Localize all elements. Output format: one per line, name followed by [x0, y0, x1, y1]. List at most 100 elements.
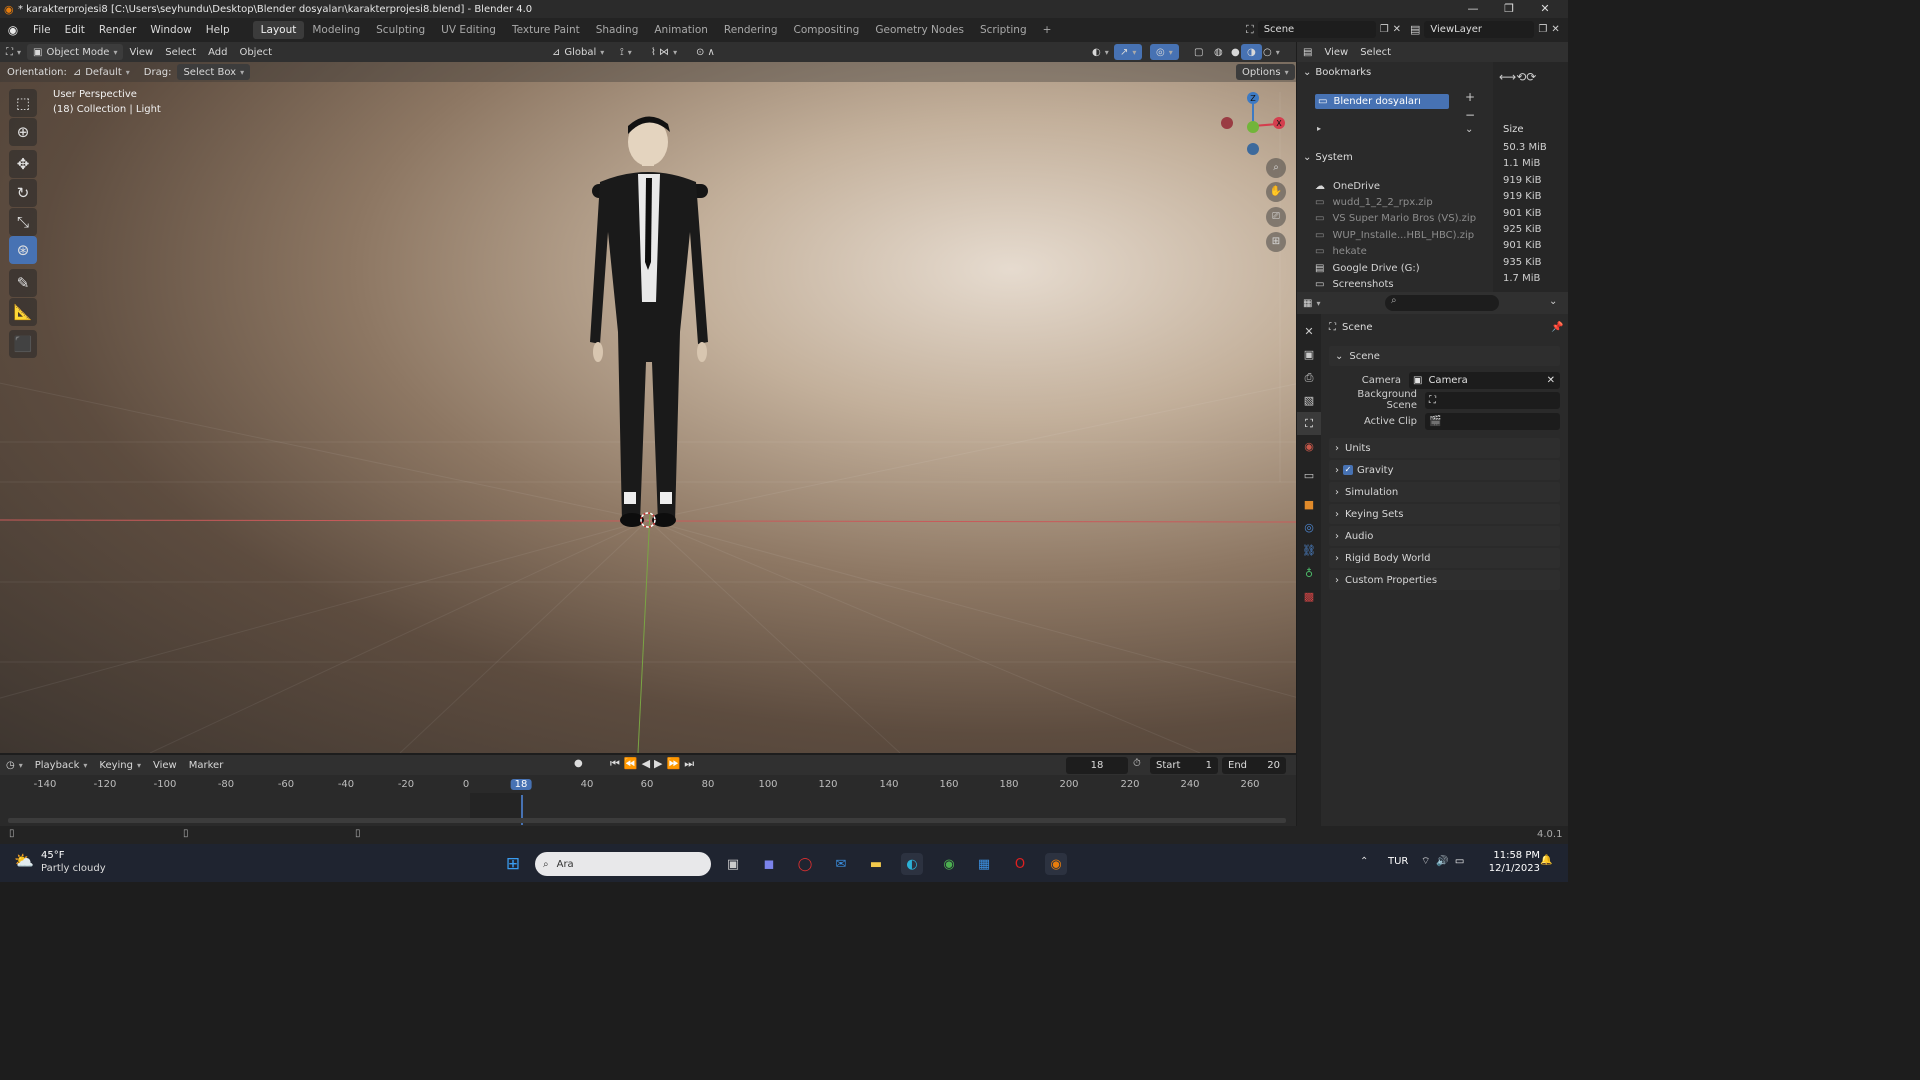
- simulation-section[interactable]: › Simulation: [1329, 482, 1560, 502]
- scene-field[interactable]: Scene: [1257, 21, 1376, 38]
- current-frame-field[interactable]: 18: [1066, 757, 1128, 774]
- audio-section[interactable]: › Audio: [1329, 526, 1560, 546]
- xray-icon[interactable]: ▢: [1188, 44, 1209, 60]
- view-layer-tab-icon[interactable]: ▧: [1297, 389, 1321, 412]
- list-item[interactable]: ▤ Google Drive (G:): [1315, 260, 1476, 276]
- blender-menu-icon[interactable]: ◉: [0, 23, 26, 37]
- file-explorer-icon[interactable]: ▬: [865, 853, 887, 875]
- units-section[interactable]: › Units: [1329, 438, 1560, 458]
- menu-file[interactable]: File: [26, 24, 58, 36]
- playback-controls[interactable]: ⏮⏪◀▶⏩⏭: [610, 757, 698, 771]
- properties-search-input[interactable]: ⌕: [1385, 295, 1499, 311]
- texture-tab-icon[interactable]: ▩: [1297, 585, 1321, 608]
- output-tab-icon[interactable]: ⎙: [1297, 366, 1321, 389]
- scene-section-header[interactable]: ⌄ Scene: [1329, 346, 1560, 366]
- rigid-body-world-section[interactable]: › Rigid Body World: [1329, 548, 1560, 568]
- store-icon[interactable]: ▦: [973, 853, 995, 875]
- end-frame-field[interactable]: End 20: [1222, 757, 1286, 774]
- remove-viewlayer-icon[interactable]: ✕: [1551, 24, 1559, 35]
- camera-view-icon[interactable]: ⎚: [1266, 207, 1286, 227]
- transform-orientation-dropdown[interactable]: ⊿ Global ▾: [546, 44, 610, 60]
- editor-type-icon[interactable]: ⛶ ▾: [0, 44, 27, 60]
- cursor-tool-icon[interactable]: ⊕: [9, 118, 37, 146]
- proportional-edit-icon[interactable]: ⊙ ∧: [690, 44, 721, 60]
- tab-modeling[interactable]: Modeling: [304, 21, 368, 39]
- new-scene-icon[interactable]: ❐: [1380, 24, 1389, 35]
- list-item[interactable]: ☁ OneDrive: [1315, 178, 1476, 194]
- properties-options-icon[interactable]: ⌄: [1549, 296, 1557, 307]
- weather-icon[interactable]: ⛅: [14, 851, 36, 873]
- 3d-cursor-icon[interactable]: [638, 510, 658, 530]
- tab-compositing[interactable]: Compositing: [786, 21, 868, 39]
- task-view-icon[interactable]: ▣: [722, 853, 744, 875]
- tab-scripting[interactable]: Scripting: [972, 21, 1035, 39]
- opera-gx-icon[interactable]: ◯: [794, 853, 816, 875]
- chevron-down-icon[interactable]: ⌄: [1303, 67, 1311, 78]
- visibility-icon[interactable]: ◐ ▾: [1086, 44, 1115, 60]
- keying-sets-section[interactable]: › Keying Sets: [1329, 504, 1560, 524]
- overlays-icon[interactable]: ◎ ▾: [1150, 44, 1179, 60]
- properties-editor-icon[interactable]: ▦ ▾: [1297, 295, 1326, 311]
- orientation-dropdown[interactable]: ⊿ Default ▾: [67, 64, 136, 80]
- perspective-toggle-icon[interactable]: ⊞: [1266, 232, 1286, 252]
- world-tab-icon[interactable]: ◉: [1297, 435, 1321, 458]
- sort-icons[interactable]: ⟷⟲⟳: [1499, 70, 1536, 84]
- pin-icon[interactable]: 📌: [1551, 322, 1563, 333]
- menu-render[interactable]: Render: [92, 24, 143, 36]
- clear-icon[interactable]: ✕: [1547, 375, 1555, 386]
- edge-icon[interactable]: ◐: [901, 853, 923, 875]
- expand-icon[interactable]: ▸: [1317, 124, 1321, 133]
- background-scene-field[interactable]: ⛶: [1425, 391, 1560, 409]
- add-workspace-icon[interactable]: +: [1035, 21, 1060, 39]
- tab-uv-editing[interactable]: UV Editing: [433, 21, 504, 39]
- preview-range-icon[interactable]: ⏱: [1133, 758, 1141, 769]
- notification-bell-icon[interactable]: 🔔: [1540, 855, 1552, 866]
- select-box-tool-icon[interactable]: ⬚: [9, 89, 37, 117]
- menu-help[interactable]: Help: [199, 24, 237, 36]
- rotate-tool-icon[interactable]: ↻: [9, 179, 37, 207]
- tab-texture-paint[interactable]: Texture Paint: [504, 21, 588, 39]
- list-item[interactable]: ▭ Screenshots: [1315, 276, 1476, 292]
- tab-layout[interactable]: Layout: [252, 21, 305, 39]
- measure-tool-icon[interactable]: 📐: [9, 298, 37, 326]
- weather-desc[interactable]: Partly cloudy: [41, 863, 106, 874]
- tab-rendering[interactable]: Rendering: [716, 21, 786, 39]
- viewlayer-icon[interactable]: ▤: [1410, 23, 1420, 36]
- add-bookmark-icon[interactable]: +: [1465, 90, 1475, 104]
- list-item[interactable]: ▭ wudd_1_2_2_rpx.zip: [1315, 194, 1476, 210]
- file-view-menu[interactable]: View: [1318, 44, 1354, 60]
- windows-start-icon[interactable]: ⊞: [502, 853, 524, 875]
- rendered-shading-icon[interactable]: ○ ▾: [1257, 44, 1286, 60]
- show-hidden-icon[interactable]: ⌃: [1360, 856, 1368, 867]
- tab-animation[interactable]: Animation: [646, 21, 716, 39]
- bookmark-item[interactable]: ▭ Blender dosyaları: [1315, 94, 1449, 109]
- drag-dropdown[interactable]: Select Box ▾: [177, 64, 251, 80]
- mode-dropdown[interactable]: ▣ Object Mode ▾: [27, 44, 124, 60]
- bookmark-menu-icon[interactable]: ⌄: [1465, 124, 1473, 135]
- pivot-icon[interactable]: ⟟ ▾: [614, 44, 638, 60]
- list-item[interactable]: ▭ VS Super Mario Bros (VS).zip: [1315, 211, 1476, 227]
- menu-object[interactable]: Object: [233, 44, 278, 60]
- blender-taskbar-icon[interactable]: ◉: [1045, 853, 1067, 875]
- file-browser-editor-icon[interactable]: ▤: [1297, 44, 1318, 60]
- tab-sculpting[interactable]: Sculpting: [368, 21, 433, 39]
- teams-icon[interactable]: ◼: [758, 853, 780, 875]
- clock-time[interactable]: 11:58 PM: [1490, 850, 1540, 861]
- size-column-header[interactable]: Size: [1503, 124, 1524, 135]
- add-cube-tool-icon[interactable]: ⬛: [9, 330, 37, 358]
- render-tab-icon[interactable]: ▣: [1297, 343, 1321, 366]
- transform-tool-icon[interactable]: ⊛: [9, 236, 37, 264]
- timeline-scrollbar[interactable]: [8, 818, 1286, 823]
- record-icon[interactable]: ●: [574, 758, 583, 769]
- clock-date[interactable]: 12/1/2023: [1484, 863, 1540, 874]
- list-item[interactable]: ▭ hekate: [1315, 244, 1476, 260]
- marker-menu[interactable]: Marker: [183, 757, 230, 773]
- move-tool-icon[interactable]: ✥: [9, 150, 37, 178]
- close-icon[interactable]: ✕: [1527, 0, 1563, 18]
- maximize-icon[interactable]: ❐: [1491, 0, 1527, 18]
- playback-menu[interactable]: Playback ▾: [29, 757, 94, 773]
- tab-shading[interactable]: Shading: [588, 21, 647, 39]
- tool-tab-icon[interactable]: ✕: [1297, 320, 1321, 343]
- gravity-section[interactable]: › ✓ Gravity: [1329, 460, 1560, 480]
- scene-icon[interactable]: ⛶: [1246, 23, 1254, 37]
